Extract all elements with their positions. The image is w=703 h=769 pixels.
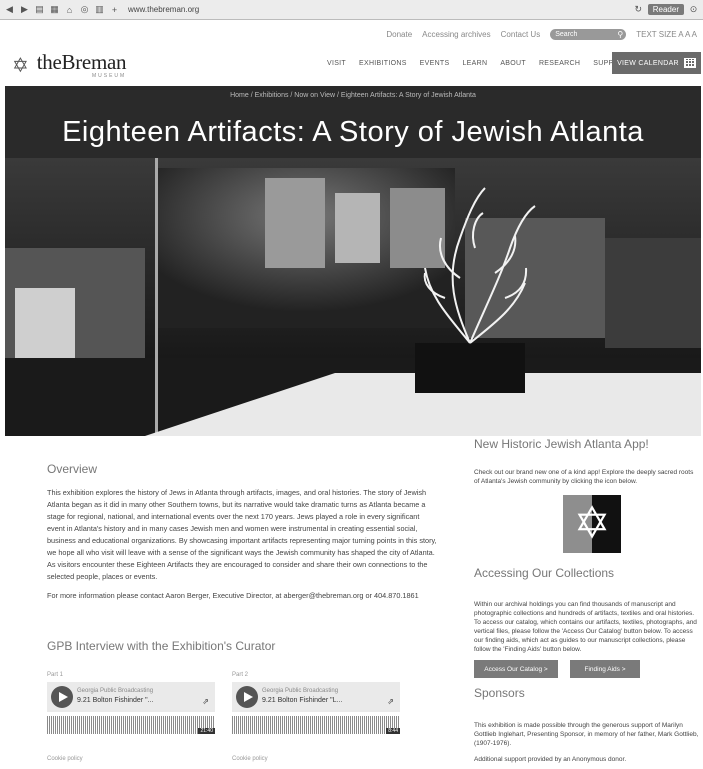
share-icon[interactable]: ⇗: [202, 697, 209, 706]
bookmarks-icon[interactable]: ▥: [94, 4, 105, 15]
search-placeholder: Search: [555, 30, 578, 38]
player-track-title[interactable]: 9.21 Bolton Fishinder "L...: [262, 697, 342, 704]
star-of-david-icon: ✡: [12, 54, 29, 77]
reload-icon[interactable]: ↻: [633, 4, 644, 15]
player-footer[interactable]: Cookie policy: [47, 756, 83, 762]
address-bar[interactable]: www.thebreman.org: [128, 5, 199, 14]
calendar-icon: [683, 58, 696, 68]
audio-player-part-2: Part 2 Georgia Public Broadcasting 9.21 …: [232, 672, 400, 762]
gpb-heading: GPB Interview with the Exhibition's Cura…: [47, 639, 276, 653]
player-footer[interactable]: Cookie policy: [232, 756, 268, 762]
nav-visit[interactable]: VISIT: [327, 60, 346, 67]
player-part-label: Part 2: [232, 672, 249, 678]
app-icon[interactable]: ✡: [563, 495, 621, 553]
view-calendar-button[interactable]: VIEW CALENDAR: [612, 52, 701, 74]
contact-text: For more information please contact Aaro…: [47, 591, 419, 600]
overview-heading: Overview: [47, 462, 98, 476]
share-icon[interactable]: ⇗: [387, 697, 394, 706]
player-waveform[interactable]: [47, 716, 215, 734]
sponsors-heading: Sponsors: [474, 686, 525, 700]
player-header: Georgia Public Broadcasting 9.21 Bolton …: [232, 682, 400, 712]
player-source: Georgia Public Broadcasting: [77, 688, 154, 694]
player-source: Georgia Public Broadcasting: [262, 688, 339, 694]
collections-heading: Accessing Our Collections: [474, 566, 615, 580]
nav-events[interactable]: EVENTS: [420, 60, 450, 67]
app-text: Check out our brand new one of a kind ap…: [474, 469, 694, 485]
new-tab-icon[interactable]: +: [109, 5, 120, 15]
text-size-control[interactable]: TEXT SIZE A A A: [636, 30, 697, 39]
back-icon[interactable]: ◀: [4, 4, 15, 15]
main-nav: VISIT EXHIBITIONS EVENTS LEARN ABOUT RES…: [327, 60, 629, 67]
player-waveform[interactable]: [232, 716, 400, 734]
audio-player-part-1: Part 1 Georgia Public Broadcasting 9.21 …: [47, 672, 215, 762]
calendar-label: VIEW CALENDAR: [617, 59, 679, 67]
download-icon[interactable]: ⊙: [688, 4, 699, 15]
player-duration: 8:44: [386, 728, 400, 734]
search-icon[interactable]: ⚲: [617, 29, 623, 40]
forward-icon[interactable]: ▶: [19, 4, 30, 15]
sponsors-additional-text: Additional support provided by an Anonym…: [474, 756, 627, 763]
app-heading: New Historic Jewish Atlanta App!: [474, 437, 649, 451]
page-banner: Home / Exhibitions / Now on View / Eight…: [5, 86, 701, 158]
overview-text: This exhibition explores the history of …: [47, 488, 437, 581]
utility-bar: Donate Accessing archives Contact Us Sea…: [0, 26, 703, 42]
star-of-david-icon: ✡: [573, 499, 611, 548]
nav-about[interactable]: ABOUT: [500, 60, 526, 67]
site-header: ✡ theBreman MUSEUM VISIT EXHIBITIONS EVE…: [0, 46, 703, 84]
collections-text: Within our archival holdings you can fin…: [474, 601, 697, 653]
sponsors-text: This exhibition is made possible through…: [474, 722, 699, 747]
player-header: Georgia Public Broadcasting 9.21 Bolton …: [47, 682, 215, 712]
access-link[interactable]: Accessing archives: [422, 30, 490, 39]
share-icon[interactable]: ◎: [79, 4, 90, 15]
play-icon[interactable]: [51, 686, 73, 708]
player-part-label: Part 1: [47, 672, 64, 678]
home-icon[interactable]: ⌂: [64, 5, 75, 15]
reading-list-icon[interactable]: ▦: [49, 4, 60, 15]
browser-toolbar: ◀ ▶ ▤ ▦ ⌂ ◎ ▥ + www.thebreman.org ↻ Read…: [0, 0, 703, 20]
page-title: Eighteen Artifacts: A Story of Jewish At…: [62, 116, 644, 148]
play-icon[interactable]: [236, 686, 258, 708]
reader-button[interactable]: Reader: [647, 4, 684, 15]
donate-link[interactable]: Donate: [386, 30, 412, 39]
nav-research[interactable]: RESEARCH: [539, 60, 580, 67]
contact-link[interactable]: Contact Us: [501, 30, 541, 39]
search-input[interactable]: Search ⚲: [550, 28, 627, 40]
access-catalog-button[interactable]: Access Our Catalog >: [474, 660, 558, 678]
nav-exhibitions[interactable]: EXHIBITIONS: [359, 60, 407, 67]
player-track-title[interactable]: 9.21 Bolton Fishinder "...: [77, 697, 153, 704]
nav-learn[interactable]: LEARN: [462, 60, 487, 67]
sidebar-icon[interactable]: ▤: [34, 4, 45, 15]
exhibition-photo: [5, 158, 701, 436]
player-duration: 21:40: [198, 728, 215, 734]
site-logo[interactable]: ✡ theBreman MUSEUM: [12, 49, 127, 79]
breadcrumb[interactable]: Home / Exhibitions / Now on View / Eight…: [5, 92, 701, 99]
logo-wordmark: theBreman: [36, 49, 127, 74]
hero-image: [5, 158, 701, 436]
finding-aids-button[interactable]: Finding Aids >: [570, 660, 640, 678]
